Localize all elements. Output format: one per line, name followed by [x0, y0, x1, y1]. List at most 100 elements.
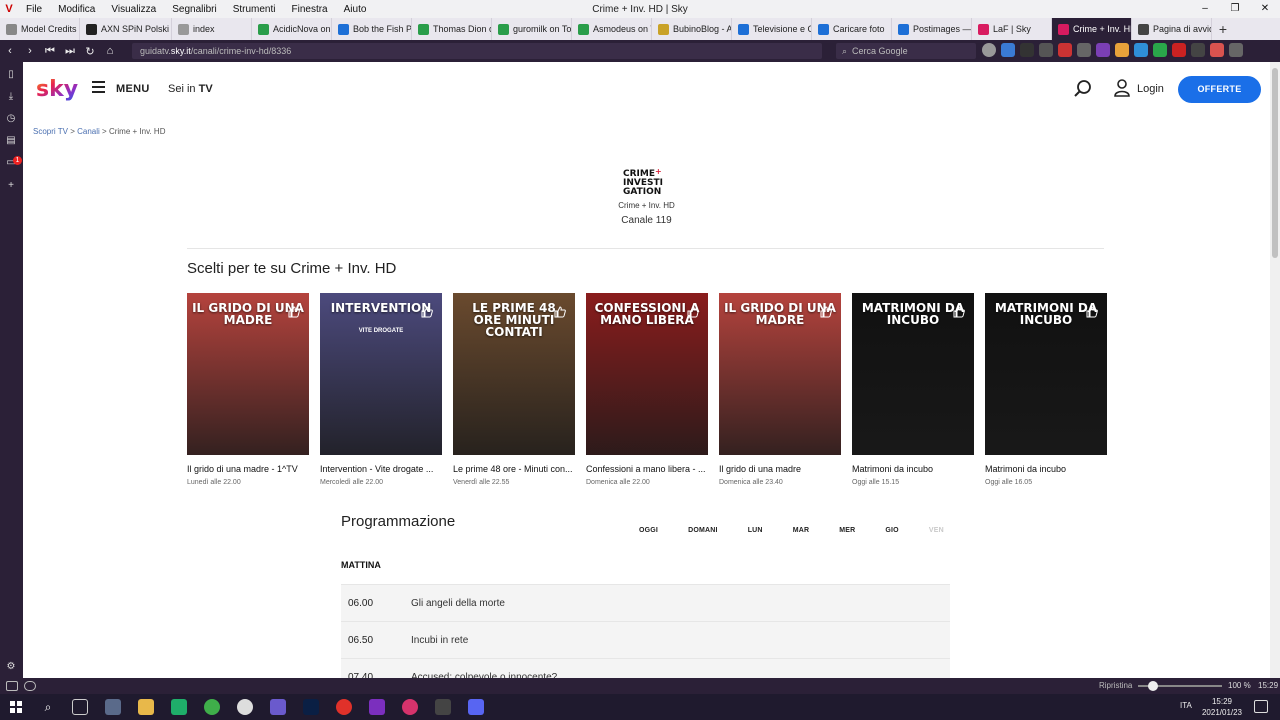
browser-tab[interactable]: LaF | Sky: [972, 18, 1052, 40]
extension-icon[interactable]: [1229, 43, 1243, 57]
menu-aiuto[interactable]: Aiuto: [336, 4, 375, 15]
profile-icon[interactable]: [982, 43, 996, 57]
thumbs-up-icon[interactable]: [421, 306, 433, 318]
thumbs-up-icon[interactable]: [953, 306, 965, 318]
browser-tab[interactable]: Asmodeus on T: [572, 18, 652, 40]
vivaldi-icon[interactable]: V: [0, 0, 18, 18]
program-card[interactable]: LE PRIME 48 ORE MINUTI CONTATI Le prime 4…: [453, 293, 575, 486]
task-view-icon[interactable]: [72, 699, 88, 715]
program-title[interactable]: Il grido di una madre: [719, 464, 841, 474]
program-card[interactable]: IL GRIDO DI UNA MADRE Il grido di una mad…: [187, 293, 309, 486]
browser-tab[interactable]: AcidicNova on T: [252, 18, 332, 40]
discord-icon[interactable]: [468, 699, 484, 715]
browser-search-input[interactable]: ⌕ Cerca Google: [836, 43, 976, 59]
menu-file[interactable]: File: [18, 4, 50, 15]
program-thumbnail[interactable]: IL GRIDO DI UNA MADRE: [719, 293, 841, 455]
browser-tab[interactable]: index: [172, 18, 252, 40]
photoshop-icon[interactable]: [303, 699, 319, 715]
login-link[interactable]: Login: [1137, 83, 1164, 95]
search-icon[interactable]: [1073, 79, 1093, 99]
program-card[interactable]: IL GRIDO DI UNA MADRE Il grido di una mad…: [719, 293, 841, 486]
app-icon[interactable]: [105, 699, 121, 715]
home-icon[interactable]: ⌂: [100, 45, 120, 57]
zoom-slider-knob[interactable]: [1148, 681, 1158, 691]
app-icon[interactable]: [435, 699, 451, 715]
rewind-icon[interactable]: ⏮: [40, 45, 60, 58]
menu-visualizza[interactable]: Visualizza: [103, 4, 164, 15]
app-icon[interactable]: [237, 699, 253, 715]
restore-button[interactable]: ❐: [1220, 0, 1250, 18]
app-icon[interactable]: [369, 699, 385, 715]
offerte-button[interactable]: OFFERTE: [1178, 76, 1261, 103]
file-explorer-icon[interactable]: [138, 699, 154, 715]
extension-icon[interactable]: [1134, 43, 1148, 57]
day-tab-mer[interactable]: MER: [839, 527, 855, 534]
menu-finestra[interactable]: Finestra: [284, 4, 336, 15]
user-icon[interactable]: [1113, 78, 1131, 98]
extension-icon[interactable]: [1058, 43, 1072, 57]
forward-icon[interactable]: ›: [20, 45, 40, 57]
extension-icon[interactable]: [1153, 43, 1167, 57]
browser-tab[interactable]: Bob the Fish Pro: [332, 18, 412, 40]
extension-icon[interactable]: [1172, 43, 1186, 57]
browser-tab[interactable]: Pagina di avvio: [1132, 18, 1212, 40]
schedule-row[interactable]: 07.40 Accused: colpevole o innocente?: [341, 658, 950, 678]
language-indicator[interactable]: ITA: [1180, 701, 1192, 710]
tile-icon[interactable]: [24, 681, 36, 691]
extension-icon[interactable]: [1001, 43, 1015, 57]
ripristina-label[interactable]: Ripristina: [1099, 681, 1132, 690]
program-card[interactable]: INTERVENTION VITE DROGATE Intervention - V…: [320, 293, 442, 486]
page-scrollbar[interactable]: [1270, 62, 1280, 678]
extension-icon[interactable]: [1115, 43, 1129, 57]
schedule-program[interactable]: Gli angeli della morte: [411, 598, 505, 609]
program-title[interactable]: Matrimoni da incubo: [852, 464, 974, 474]
day-tab-oggi[interactable]: OGGI: [639, 527, 658, 534]
day-tab-lun[interactable]: LUN: [748, 527, 763, 534]
program-title[interactable]: Matrimoni da incubo: [985, 464, 1107, 474]
app-icon[interactable]: [171, 699, 187, 715]
browser-tab[interactable]: Postimages — h: [892, 18, 972, 40]
downloads-icon[interactable]: ⤓: [4, 90, 18, 104]
program-thumbnail[interactable]: INTERVENTION VITE DROGATE: [320, 293, 442, 455]
day-tab-mar[interactable]: MAR: [793, 527, 810, 534]
program-card[interactable]: MATRIMONI DA INCUBO Matrimoni da incubo Og…: [852, 293, 974, 486]
browser-tab[interactable]: Crime + Inv. HD: [1052, 18, 1132, 40]
reload-icon[interactable]: ↻: [80, 45, 100, 58]
program-thumbnail[interactable]: MATRIMONI DA INCUBO: [985, 293, 1107, 455]
browser-tab[interactable]: guromilk on Toy: [492, 18, 572, 40]
browser-tab[interactable]: Televisione e Ci: [732, 18, 812, 40]
program-title[interactable]: Il grido di una madre - 1^TV: [187, 464, 309, 474]
program-thumbnail[interactable]: MATRIMONI DA INCUBO: [852, 293, 974, 455]
breadcrumb-scopri-tv[interactable]: Scopri TV: [33, 127, 68, 136]
panel-toggle-icon[interactable]: [6, 681, 18, 691]
extension-icon[interactable]: [1020, 43, 1034, 57]
minimize-button[interactable]: –: [1190, 0, 1220, 18]
extension-icon[interactable]: [1096, 43, 1110, 57]
browser-tab[interactable]: Caricare foto: [812, 18, 892, 40]
extension-icon[interactable]: [1039, 43, 1053, 57]
thumbs-up-icon[interactable]: [1086, 306, 1098, 318]
menu-label[interactable]: MENU: [116, 83, 150, 95]
program-title[interactable]: Intervention - Vite drogate ...: [320, 464, 442, 474]
browser-tab[interactable]: BubinoBlog - A: [652, 18, 732, 40]
fast-forward-icon[interactable]: ⏭: [60, 45, 80, 58]
url-field[interactable]: guidatv. sky.it/canali/crime-inv-hd/8336: [132, 43, 822, 59]
windows-start-icon[interactable]: [10, 701, 22, 713]
thumbs-up-icon[interactable]: [687, 306, 699, 318]
menu-strumenti[interactable]: Strumenti: [225, 4, 284, 15]
program-thumbnail[interactable]: LE PRIME 48 ORE MINUTI CONTATI: [453, 293, 575, 455]
schedule-row[interactable]: 06.50 Incubi in rete: [341, 621, 950, 658]
extension-icon[interactable]: [1077, 43, 1091, 57]
program-title[interactable]: Confessioni a mano libera - ...: [586, 464, 708, 474]
scrollbar-thumb[interactable]: [1272, 68, 1278, 258]
schedule-row[interactable]: 06.00 Gli angeli della morte: [341, 584, 950, 621]
extension-icon[interactable]: [1210, 43, 1224, 57]
bookmarks-icon[interactable]: ▯: [4, 68, 18, 82]
vivaldi-taskbar-icon[interactable]: [270, 699, 286, 715]
system-clock[interactable]: 15:29 2021/01/23: [1200, 696, 1244, 718]
program-thumbnail[interactable]: CONFESSIONI A MANO LIBERA: [586, 293, 708, 455]
extension-icon[interactable]: [1191, 43, 1205, 57]
breadcrumb-canali[interactable]: Canali: [77, 127, 100, 136]
schedule-program[interactable]: Incubi in rete: [411, 635, 468, 646]
notifications-icon[interactable]: [1254, 700, 1268, 713]
